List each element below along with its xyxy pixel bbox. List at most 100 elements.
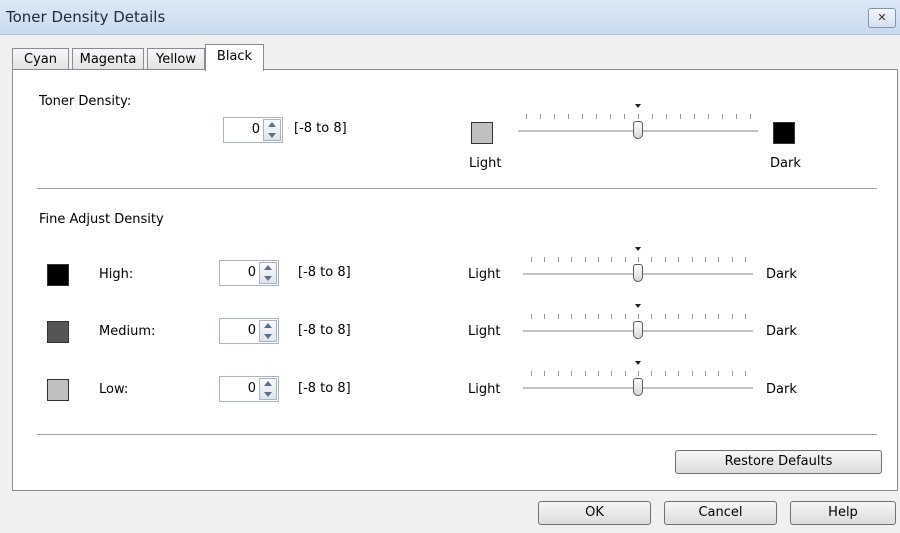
slider-tick <box>638 257 639 262</box>
tab-cyan[interactable]: Cyan <box>12 48 69 70</box>
slider-tick <box>568 114 569 119</box>
slider-tick <box>652 114 653 119</box>
toner-density-value: 0 <box>251 122 260 137</box>
slider-tick <box>722 114 723 119</box>
spinner-arrows[interactable] <box>259 378 277 400</box>
slider-tick <box>531 371 532 376</box>
high-value: 0 <box>247 265 256 280</box>
fine-adjust-label: Fine Adjust Density <box>39 212 164 227</box>
slider-tick <box>596 114 597 119</box>
medium-range: [-8 to 8] <box>298 323 351 338</box>
arrow-up-icon[interactable] <box>264 323 272 328</box>
tab-black[interactable]: Black <box>205 44 264 71</box>
slider-thumb[interactable] <box>633 378 643 396</box>
slider-tick <box>544 314 546 319</box>
slider-tick <box>718 314 720 319</box>
slider-tick <box>624 371 626 376</box>
low-spinner[interactable]: 0 <box>219 376 279 402</box>
slider-tick <box>664 314 666 319</box>
low-light-label: Light <box>468 382 501 397</box>
slider-tick <box>584 257 586 262</box>
restore-defaults-button[interactable]: Restore Defaults <box>675 450 882 474</box>
medium-slider[interactable] <box>523 304 753 350</box>
slider-tick <box>651 371 653 376</box>
slider-tick <box>526 114 527 119</box>
slider-tick <box>651 314 653 319</box>
slider-tick <box>736 114 737 119</box>
slider-tick <box>624 314 626 319</box>
dark-label: Dark <box>770 156 801 171</box>
tab-yellow[interactable]: Yellow <box>147 48 205 70</box>
toner-density-dialog: Toner Density Details ✕ Cyan Magenta Yel… <box>0 0 900 533</box>
window-title: Toner Density Details <box>6 8 166 26</box>
medium-label: Medium: <box>99 324 156 339</box>
slider-tick <box>531 257 532 262</box>
arrow-down-icon[interactable] <box>268 133 276 138</box>
high-swatch <box>47 264 69 286</box>
slider-tick <box>531 314 532 319</box>
slider-tick <box>731 257 733 262</box>
slider-tick <box>610 114 611 119</box>
medium-light-label: Light <box>468 324 501 339</box>
slider-tick <box>745 371 746 376</box>
high-dark-label: Dark <box>766 267 797 282</box>
cancel-button[interactable]: Cancel <box>664 501 777 525</box>
slider-tick <box>584 314 586 319</box>
light-swatch <box>471 122 493 144</box>
help-button[interactable]: Help <box>790 501 896 525</box>
slider-tick <box>557 257 559 262</box>
slider-tick <box>638 371 639 376</box>
close-button[interactable]: ✕ <box>868 8 896 28</box>
high-spinner[interactable]: 0 <box>219 260 279 286</box>
toner-density-slider[interactable] <box>518 104 758 150</box>
slider-tick <box>691 257 693 262</box>
slider-tick <box>750 114 751 119</box>
slider-tick <box>584 371 586 376</box>
section-divider <box>37 188 877 189</box>
slider-thumb[interactable] <box>633 264 643 282</box>
arrow-down-icon[interactable] <box>264 334 272 339</box>
spinner-arrows[interactable] <box>263 119 281 141</box>
slider-tick <box>557 314 559 319</box>
medium-value: 0 <box>247 323 256 338</box>
low-dark-label: Dark <box>766 382 797 397</box>
toner-density-spinner[interactable]: 0 <box>223 117 283 143</box>
low-slider[interactable] <box>523 361 753 407</box>
medium-swatch <box>47 321 69 343</box>
slider-tick <box>691 371 693 376</box>
arrow-up-icon[interactable] <box>268 122 276 127</box>
high-label: High: <box>99 267 134 282</box>
spinner-arrows[interactable] <box>259 320 277 342</box>
arrow-down-icon[interactable] <box>264 276 272 281</box>
medium-dark-label: Dark <box>766 324 797 339</box>
tab-magenta[interactable]: Magenta <box>72 48 144 70</box>
slider-tick <box>611 371 613 376</box>
slider-thumb[interactable] <box>633 321 643 339</box>
low-range: [-8 to 8] <box>298 381 351 396</box>
light-label: Light <box>469 156 502 171</box>
slider-center-marker <box>635 104 641 108</box>
title-bar: Toner Density Details ✕ <box>0 0 900 35</box>
medium-spinner[interactable]: 0 <box>219 318 279 344</box>
slider-center-marker <box>635 247 641 251</box>
high-slider[interactable] <box>523 247 753 293</box>
slider-tick <box>597 257 599 262</box>
spinner-arrows[interactable] <box>259 262 277 284</box>
slider-tick <box>571 257 573 262</box>
arrow-up-icon[interactable] <box>264 265 272 270</box>
slider-tick <box>544 371 546 376</box>
slider-tick <box>678 257 680 262</box>
slider-tick <box>664 371 666 376</box>
arrow-down-icon[interactable] <box>264 392 272 397</box>
high-light-label: Light <box>468 267 501 282</box>
slider-tick <box>718 257 720 262</box>
toner-density-label: Toner Density: <box>39 94 132 109</box>
ok-button[interactable]: OK <box>538 501 651 525</box>
arrow-up-icon[interactable] <box>264 381 272 386</box>
slider-tick <box>597 314 599 319</box>
slider-tick <box>708 114 709 119</box>
slider-thumb[interactable] <box>633 121 643 139</box>
slider-tick <box>691 314 693 319</box>
slider-tick <box>704 371 706 376</box>
slider-tick <box>718 371 720 376</box>
